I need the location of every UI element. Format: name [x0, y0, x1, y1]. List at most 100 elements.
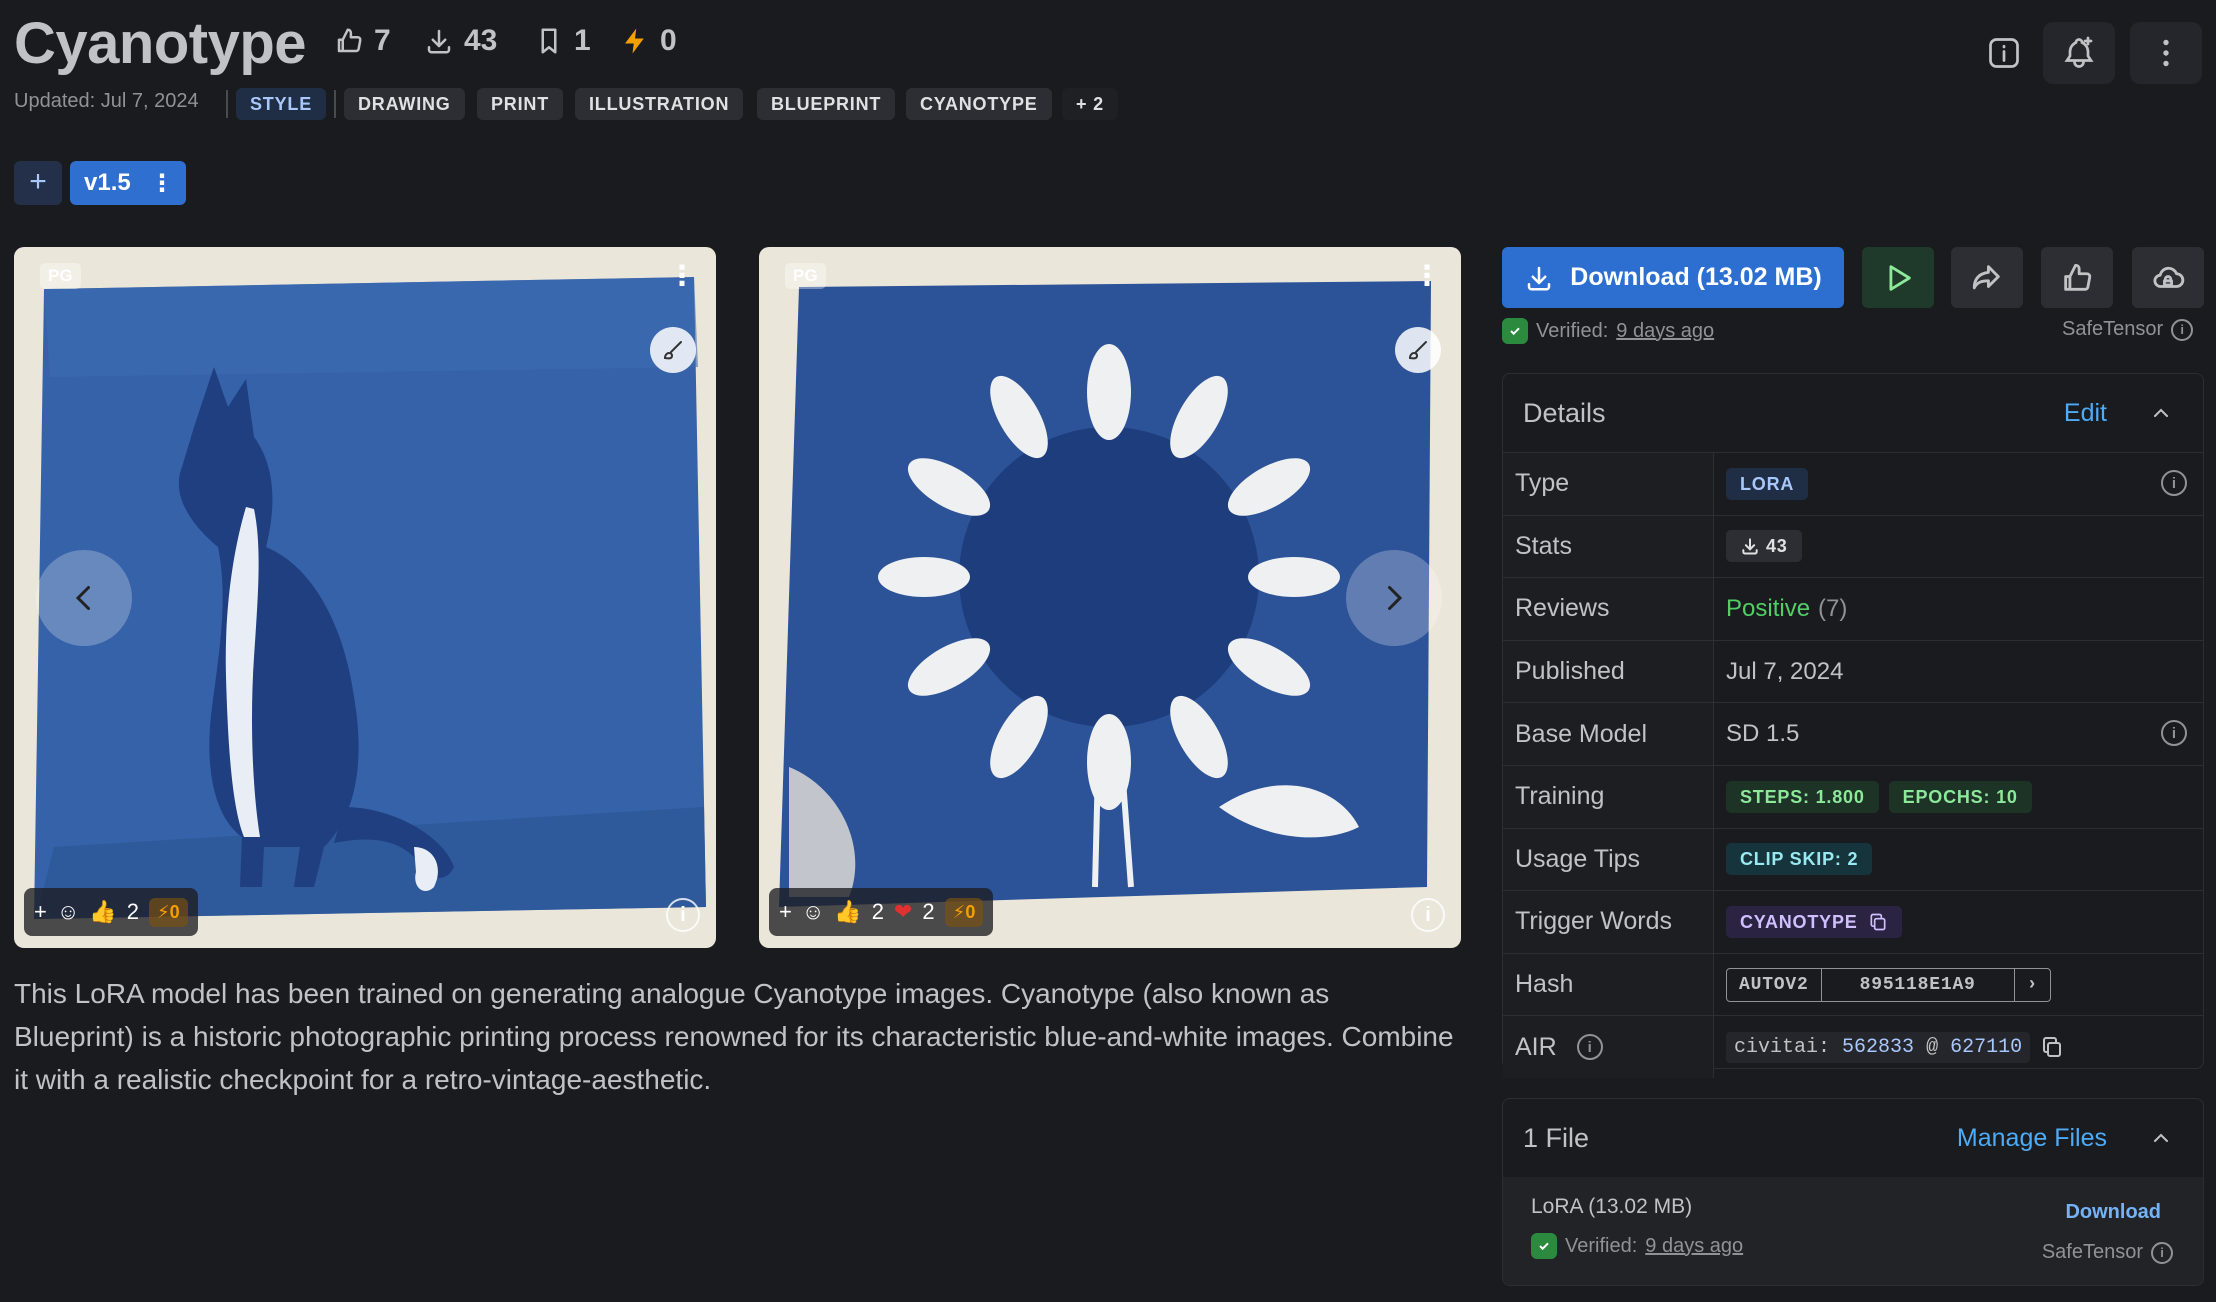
cloud-upload-button[interactable] [2132, 247, 2204, 308]
download-button[interactable]: Download (13.02 MB) [1502, 247, 1844, 308]
thumbs-emoji-icon[interactable]: 👍 [89, 899, 116, 925]
files-panel: 1 File Manage Files LoRA (13.02 MB) Down… [1502, 1098, 2204, 1286]
emoji-icon[interactable]: ☺ [802, 899, 824, 925]
image-info-icon[interactable]: i [1411, 898, 1445, 932]
clip-skip-badge: CLIP SKIP: 2 [1726, 843, 1873, 876]
air-info-icon[interactable]: i [1576, 1034, 1603, 1061]
copy-icon[interactable] [2040, 1035, 2064, 1059]
copy-icon[interactable] [1868, 912, 1888, 932]
hash-selector[interactable]: AUTOV2 895118E1A9 › [1726, 967, 2052, 1002]
detail-key: Base Model [1503, 703, 1714, 765]
downloads-stat: 43 [424, 24, 497, 58]
buzz-count: 0 [660, 24, 677, 57]
manage-files-link[interactable]: Manage Files [1957, 1124, 2107, 1153]
files-header[interactable]: 1 File Manage Files [1503, 1099, 2203, 1177]
chevron-up-icon[interactable] [2149, 1126, 2173, 1150]
tag-blueprint[interactable]: BLUEPRINT [757, 88, 896, 120]
buzz-tip[interactable]: ⚡0 [944, 897, 984, 927]
verified-date-link[interactable]: 9 days ago [1645, 1235, 1743, 1258]
emoji-icon[interactable]: ☺ [57, 899, 79, 925]
likes-count: 7 [374, 24, 391, 57]
share-button[interactable] [1951, 247, 2023, 308]
downloads-badge: 43 [1726, 530, 1802, 563]
add-reaction-icon[interactable]: + [779, 899, 792, 925]
model-description: This LoRA model has been trained on gene… [14, 978, 1454, 1095]
info-square-icon [1989, 38, 2019, 68]
format-info-icon[interactable]: i [2151, 1241, 2173, 1264]
hash-type[interactable]: AUTOV2 [1727, 969, 1821, 1001]
hash-value[interactable]: 895118E1A9 [1820, 968, 2014, 1001]
air-separator: @ [1926, 1035, 1939, 1059]
buzz-tip-count: 0 [169, 901, 180, 922]
cloud-lock-icon [2153, 266, 2185, 288]
chevron-up-icon[interactable] [2149, 401, 2173, 425]
detail-row-stats: Stats 43 [1503, 514, 2203, 578]
version-menu-icon[interactable]: ⋮ [150, 169, 174, 198]
tag-print[interactable]: PRINT [477, 88, 563, 120]
trigger-word: CYANOTYPE [1740, 911, 1858, 932]
remix-button[interactable] [1395, 327, 1441, 373]
file-download-link[interactable]: Download [2065, 1201, 2161, 1224]
thumbs-count: 2 [126, 899, 139, 924]
format-info-icon[interactable]: i [2171, 318, 2194, 341]
details-header[interactable]: Details Edit [1503, 374, 2203, 452]
play-icon [1889, 264, 1911, 291]
image-menu-icon[interactable]: ⋮ [668, 259, 696, 292]
notify-button[interactable] [2043, 22, 2115, 84]
file-format: SafeTensor i [2042, 1241, 2173, 1264]
image-info-icon[interactable]: i [666, 898, 700, 932]
tag-illustration[interactable]: ILLUSTRATION [575, 88, 744, 120]
gallery-prev-button[interactable] [36, 550, 132, 646]
like-button[interactable] [2041, 247, 2113, 308]
bell-plus-icon [2064, 36, 2094, 68]
gallery-next-button[interactable] [1346, 550, 1442, 646]
detail-key: Training [1503, 765, 1714, 828]
likes-stat: 7 [334, 24, 391, 58]
buzz-stat: 0 [620, 24, 677, 58]
type-info-icon[interactable]: i [2161, 470, 2187, 496]
version-tab-v1-5[interactable]: v1.5 ⋮ [70, 161, 186, 205]
shield-check-icon [1531, 1233, 1557, 1259]
air-identifier: civitai: 562833 @ 627110 [1726, 1031, 2031, 1063]
buzz-tip[interactable]: ⚡0 [148, 897, 188, 927]
image-menu-icon[interactable]: ⋮ [1413, 259, 1441, 292]
tag-drawing[interactable]: DRAWING [344, 88, 465, 120]
info-button[interactable] [1968, 22, 2040, 84]
buzz-tip-count: 0 [965, 901, 976, 922]
chevron-right-icon[interactable]: › [2013, 968, 2051, 1001]
tag-style[interactable]: STYLE [236, 88, 327, 120]
add-reaction-icon[interactable]: + [34, 899, 47, 925]
verified-date-link[interactable]: 9 days ago [1616, 320, 1714, 343]
details-panel: Details Edit Type LORA i Stats 43 Review… [1502, 373, 2204, 1078]
rating-badge: PG [40, 263, 81, 289]
epochs-badge: EPOCHS: 10 [1888, 780, 2032, 813]
downloads-value: 43 [1766, 536, 1788, 557]
tag-cyanotype[interactable]: CYANOTYPE [906, 88, 1052, 120]
reviews-sentiment[interactable]: Positive [1726, 595, 1810, 623]
remix-button[interactable] [650, 327, 696, 373]
reactions-bar: + ☺ 👍 2 ❤ 2 ⚡0 [769, 888, 994, 936]
tag-more[interactable]: + 2 [1062, 88, 1118, 120]
detail-key: Stats [1503, 515, 1714, 578]
details-title: Details [1523, 397, 1606, 428]
base-model-value: SD 1.5 [1726, 720, 1800, 748]
trigger-word-badge[interactable]: CYANOTYPE [1726, 905, 1902, 938]
rating-badge: PG [785, 263, 826, 289]
edit-details-link[interactable]: Edit [2064, 399, 2107, 428]
add-version-button[interactable]: + [14, 161, 62, 205]
run-button[interactable] [1862, 247, 1934, 308]
heart-emoji-icon[interactable]: ❤ [894, 899, 912, 925]
verified-label: Verified: [1536, 319, 1609, 342]
more-menu-button[interactable] [2130, 22, 2202, 84]
base-model-info-icon[interactable]: i [2161, 720, 2187, 747]
download-icon [1742, 538, 1758, 555]
shield-check-icon [1502, 318, 1528, 344]
version-label: v1.5 [84, 169, 131, 196]
detail-row-base-model: Base Model SD 1.5 i [1503, 702, 2203, 765]
type-badge: LORA [1726, 467, 1809, 500]
format-label: SafeTensor [2062, 318, 2164, 340]
detail-row-trigger-words: Trigger Words CYANOTYPE [1503, 890, 2203, 953]
air-version-id: 627110 [1950, 1035, 2023, 1059]
thumbs-emoji-icon[interactable]: 👍 [834, 899, 861, 925]
hearts-count: 2 [922, 899, 935, 924]
